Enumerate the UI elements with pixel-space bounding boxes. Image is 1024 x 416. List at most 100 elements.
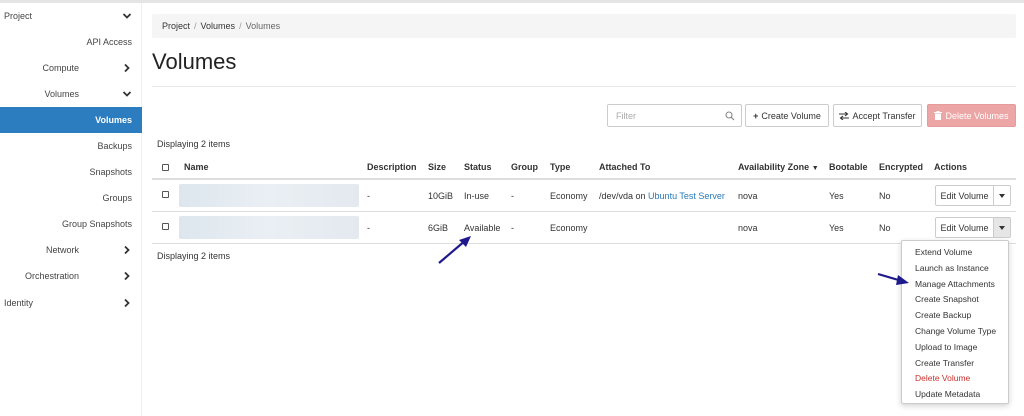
sidebar-item-backups[interactable]: Backups: [0, 133, 142, 159]
sidebar-item-label: Backups: [97, 141, 132, 151]
menu-item-update-metadata[interactable]: Update Metadata: [902, 387, 1008, 403]
sidebar-item-compute[interactable]: Compute: [0, 55, 142, 81]
cell-availability-zone: nova: [738, 191, 758, 201]
header-group[interactable]: Group: [511, 162, 538, 172]
volume-name-redacted[interactable]: [179, 184, 359, 207]
sidebar-item-label: Network: [45, 245, 79, 255]
caret-down-icon: [999, 193, 1005, 198]
select-all-checkbox[interactable]: [162, 164, 169, 171]
sidebar-item-volumes[interactable]: Volumes: [0, 107, 142, 133]
delete-volumes-label: Delete Volumes: [945, 110, 1009, 121]
menu-item-create-transfer[interactable]: Create Transfer: [902, 356, 1008, 372]
header-size[interactable]: Size: [428, 162, 446, 172]
trash-icon: [934, 111, 943, 120]
sidebar-item-label: Snapshots: [89, 167, 132, 177]
delete-volumes-button[interactable]: Delete Volumes: [927, 104, 1016, 127]
header-type[interactable]: Type: [550, 162, 570, 172]
menu-item-create-snapshot[interactable]: Create Snapshot: [902, 292, 1008, 308]
create-volume-button[interactable]: + Create Volume: [745, 104, 829, 127]
sidebar-item-identity[interactable]: Identity: [0, 290, 142, 316]
row-actions: Edit Volume: [935, 217, 1011, 238]
menu-item-change-volume-type[interactable]: Change Volume Type: [902, 324, 1008, 340]
sidebar-item-group-snapshots[interactable]: Group Snapshots: [0, 211, 142, 237]
header-actions: Actions: [934, 162, 968, 172]
edit-volume-button[interactable]: Edit Volume: [935, 185, 994, 206]
cell-group: -: [511, 191, 514, 201]
breadcrumb: Project / Volumes / Volumes: [152, 14, 1016, 38]
item-count-footer: Displaying 2 items: [157, 251, 231, 261]
cell-encrypted: No: [879, 223, 891, 233]
create-volume-label: Create Volume: [761, 110, 821, 121]
cell-description: -: [367, 223, 370, 233]
filter-input[interactable]: [616, 110, 726, 121]
attached-device: /dev/vda on: [599, 191, 649, 201]
chevron-right-icon: [124, 271, 130, 281]
header-encrypted[interactable]: Encrypted: [879, 162, 923, 172]
sidebar-item-label: Identity: [4, 298, 34, 308]
row-checkbox[interactable]: [162, 191, 169, 198]
caret-down-icon: [999, 225, 1005, 230]
divider: [152, 86, 1016, 87]
top-border: [0, 0, 1024, 3]
menu-item-delete-volume[interactable]: Delete Volume: [902, 371, 1008, 387]
volume-name-redacted[interactable]: [179, 216, 359, 239]
sidebar-item-network[interactable]: Network: [0, 237, 142, 263]
menu-item-extend-volume[interactable]: Extend Volume: [902, 245, 1008, 261]
cell-type: Economy: [550, 191, 588, 201]
sidebar-item-label: Orchestration: [24, 271, 79, 281]
actions-dropdown-toggle[interactable]: [994, 185, 1011, 206]
cell-availability-zone: nova: [738, 223, 758, 233]
menu-item-upload-to-image[interactable]: Upload to Image: [902, 340, 1008, 356]
attached-instance-link[interactable]: Ubuntu Test Server: [648, 191, 725, 201]
table-header: Name Description Size Status Group Type …: [152, 156, 1016, 180]
sidebar-item-api-access[interactable]: API Access: [0, 29, 142, 55]
header-name[interactable]: Name: [184, 162, 209, 172]
row-checkbox[interactable]: [162, 223, 169, 230]
sidebar-item-label: Groups: [102, 193, 132, 203]
header-bootable[interactable]: Bootable: [829, 162, 868, 172]
sidebar-item-volumes-group[interactable]: Volumes: [0, 81, 142, 107]
accept-transfer-button[interactable]: Accept Transfer: [833, 104, 922, 127]
chevron-down-icon: [122, 91, 132, 97]
sidebar-item-label: Project: [4, 11, 33, 21]
header-description[interactable]: Description: [367, 162, 417, 172]
sort-desc-icon: ▼: [811, 165, 819, 172]
cell-attached-to: /dev/vda on Ubuntu Test Server: [599, 191, 725, 201]
header-availability-zone[interactable]: Availability Zone ▼: [738, 162, 819, 172]
breadcrumb-separator: /: [194, 21, 197, 31]
breadcrumb-item-project[interactable]: Project: [162, 21, 190, 31]
cell-type: Economy: [550, 223, 588, 233]
sidebar-item-label: Volumes: [44, 89, 79, 99]
annotation-arrow-status-icon: [438, 236, 471, 264]
breadcrumb-item-volumes[interactable]: Volumes: [201, 21, 236, 31]
menu-item-launch-as-instance[interactable]: Launch as Instance: [902, 261, 1008, 277]
sidebar-item-snapshots[interactable]: Snapshots: [0, 159, 142, 185]
transfer-icon: [839, 111, 850, 120]
menu-item-create-backup[interactable]: Create Backup: [902, 308, 1008, 324]
item-count: Displaying 2 items: [157, 139, 231, 149]
sidebar-item-label: Volumes: [95, 115, 132, 125]
search-icon[interactable]: [725, 111, 735, 121]
cell-encrypted: No: [879, 191, 891, 201]
annotation-arrow-menu-icon: [877, 272, 909, 285]
cell-bootable: Yes: [829, 223, 844, 233]
cell-size: 10GiB: [428, 191, 454, 201]
plus-icon: +: [753, 110, 759, 121]
menu-item-manage-attachments[interactable]: Manage Attachments: [902, 277, 1008, 293]
accept-transfer-label: Accept Transfer: [852, 110, 916, 121]
chevron-down-icon: [122, 13, 132, 19]
sidebar-item-label: Compute: [42, 63, 79, 73]
filter-box: [607, 104, 742, 127]
header-status[interactable]: Status: [464, 162, 492, 172]
sidebar-item-label: Group Snapshots: [61, 219, 132, 229]
sidebar-item-orchestration[interactable]: Orchestration: [0, 263, 142, 289]
sidebar-item-project[interactable]: Project: [0, 3, 142, 29]
edit-volume-button[interactable]: Edit Volume: [935, 217, 994, 238]
cell-group: -: [511, 223, 514, 233]
actions-dropdown-toggle[interactable]: [994, 217, 1011, 238]
cell-description: -: [367, 191, 370, 201]
sidebar-item-groups[interactable]: Groups: [0, 185, 142, 211]
header-attached-to[interactable]: Attached To: [599, 162, 650, 172]
breadcrumb-separator: /: [239, 21, 242, 31]
cell-bootable: Yes: [829, 191, 844, 201]
